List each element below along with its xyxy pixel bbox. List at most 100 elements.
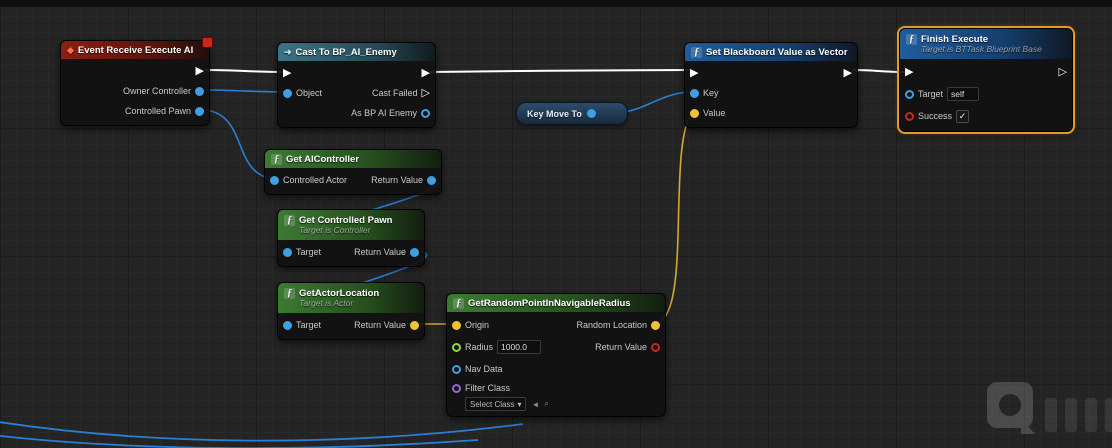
- wire-offscreen-bottom-2[interactable]: [0, 434, 479, 448]
- browse-icon[interactable]: ⌕: [544, 399, 548, 409]
- pin-label-target: Target: [296, 247, 322, 257]
- node-flag-badge: [202, 37, 213, 48]
- node-event-receive-execute-ai[interactable]: ◆ Event Receive Execute AI ▶ Owner Contr…: [60, 37, 213, 126]
- pin-label-owner-controller: Owner Controller: [122, 86, 191, 96]
- return-value-pin[interactable]: [651, 342, 660, 352]
- node-header[interactable]: ◆ Event Receive Execute AI: [61, 41, 209, 59]
- node-get-controlled-pawn[interactable]: ƒ Get Controlled Pawn Target is Controll…: [277, 209, 425, 267]
- dropdown-caret-icon: ▾: [517, 399, 522, 409]
- wire-exec-event-to-cast[interactable]: [204, 69, 287, 73]
- pin-label-controlled-pawn: Controlled Pawn: [124, 106, 191, 116]
- exec-in-pin[interactable]: ▶: [283, 67, 291, 79]
- function-icon: ƒ: [284, 215, 295, 226]
- filter-class-dropdown[interactable]: Select Class ▾: [465, 397, 527, 411]
- node-header[interactable]: ➜ Cast To BP_AI_Enemy: [278, 43, 435, 61]
- pin-label-value: Value: [703, 108, 726, 118]
- pin-label-nav-data: Nav Data: [465, 364, 503, 374]
- radius-pin[interactable]: [452, 342, 461, 352]
- pin-label-origin: Origin: [465, 320, 490, 330]
- return-value-pin[interactable]: [410, 247, 419, 257]
- owner-controller-pin[interactable]: [195, 86, 204, 96]
- success-checkbox[interactable]: ✓: [956, 109, 970, 123]
- variable-label: Key Move To: [527, 108, 582, 119]
- node-header[interactable]: ƒ Get Controlled Pawn Target is Controll…: [278, 210, 424, 240]
- node-subtitle: Target is Controller: [299, 225, 371, 235]
- return-value-pin[interactable]: [427, 175, 436, 185]
- success-pin[interactable]: [905, 111, 914, 121]
- exec-out-pin[interactable]: ▶: [422, 67, 430, 79]
- target-value-input[interactable]: [947, 87, 980, 101]
- pin-label-return-value: Return Value: [371, 175, 423, 185]
- node-title: Set Blackboard Value as Vector: [706, 46, 848, 58]
- key-pin[interactable]: [690, 88, 699, 98]
- pin-label-target: Target: [296, 320, 322, 330]
- wire-owner-controller-to-object[interactable]: [205, 89, 288, 93]
- node-cast-to-bp-ai-enemy[interactable]: ➜ Cast To BP_AI_Enemy ▶ ▶ Object Cast Fa…: [277, 42, 436, 128]
- node-header[interactable]: ƒ Set Blackboard Value as Vector: [685, 43, 857, 61]
- exec-out-pin[interactable]: ▷: [1059, 66, 1067, 78]
- as-bp-ai-enemy-pin[interactable]: [421, 108, 430, 118]
- node-title: GetRandomPointInNavigableRadius: [468, 297, 631, 309]
- pin-label-key: Key: [703, 88, 719, 98]
- node-get-aicontroller[interactable]: ƒ Get AIController Controlled Actor Retu…: [264, 149, 442, 195]
- node-key-move-to[interactable]: Key Move To: [516, 102, 628, 125]
- node-header[interactable]: ƒ Get AIController: [265, 150, 441, 168]
- blueprint-canvas[interactable]: ◆ Event Receive Execute AI ▶ Owner Contr…: [0, 0, 1112, 448]
- return-value-pin[interactable]: [410, 320, 419, 330]
- pin-label-as-bp-ai-enemy: As BP AI Enemy: [351, 108, 417, 118]
- target-pin[interactable]: [283, 320, 292, 330]
- exec-in-pin[interactable]: ▶: [905, 66, 913, 78]
- use-selected-icon[interactable]: ◄: [531, 400, 539, 409]
- node-subtitle: Target is Actor: [299, 298, 354, 308]
- exec-out-pin[interactable]: ▶: [196, 65, 204, 77]
- target-pin[interactable]: [283, 247, 292, 257]
- watermark-logo: [987, 382, 1112, 434]
- node-subtitle: Target is BTTask Blueprint Base: [921, 44, 1042, 54]
- event-icon: ◆: [67, 44, 74, 55]
- node-finish-execute[interactable]: ƒ Finish Execute Target is BTTask Bluepr…: [897, 26, 1075, 134]
- controlled-pawn-pin[interactable]: [195, 106, 204, 116]
- filter-class-pin[interactable]: [452, 383, 461, 393]
- node-header[interactable]: ƒ Finish Execute Target is BTTask Bluepr…: [900, 29, 1072, 59]
- function-icon: ƒ: [453, 297, 464, 309]
- pin-label-target: Target: [918, 89, 944, 99]
- function-icon: ƒ: [284, 288, 295, 299]
- node-title: Cast To BP_AI_Enemy: [295, 46, 397, 58]
- pin-label-object: Object: [296, 88, 323, 98]
- cast-icon: ➜: [284, 46, 292, 57]
- pin-label-success: Success: [918, 111, 953, 121]
- pin-label-filter-class: Filter Class: [465, 383, 511, 393]
- nav-data-pin[interactable]: [452, 364, 461, 374]
- cast-failed-exec-pin[interactable]: ▷: [422, 87, 430, 99]
- wire-exec-cast-to-setblackboard[interactable]: [429, 69, 693, 73]
- function-icon: ƒ: [271, 153, 282, 165]
- node-get-actor-location[interactable]: ƒ GetActorLocation Target is Actor Targe…: [277, 282, 425, 340]
- node-header[interactable]: ƒ GetActorLocation Target is Actor: [278, 283, 424, 313]
- key-move-to-out-pin[interactable]: [586, 109, 596, 118]
- pin-label-return-value: Return Value: [354, 320, 406, 330]
- pin-label-random-location: Random Location: [576, 320, 647, 330]
- origin-pin[interactable]: [452, 320, 461, 330]
- wire-offscreen-bottom-1[interactable]: [0, 421, 524, 442]
- pin-label-return-value: Return Value: [354, 247, 406, 257]
- node-header[interactable]: ƒ GetRandomPointInNavigableRadius: [447, 294, 665, 312]
- node-title: Event Receive Execute AI: [77, 44, 194, 56]
- pin-label-cast-failed: Cast Failed: [372, 88, 418, 98]
- value-pin[interactable]: [690, 108, 699, 118]
- filter-class-selected: Select Class: [470, 399, 515, 409]
- node-get-random-point-in-navigable-radius[interactable]: ƒ GetRandomPointInNavigableRadius Origin…: [446, 293, 666, 417]
- random-location-pin[interactable]: [651, 320, 660, 330]
- wire-controlled-pawn-to-controlled-actor[interactable]: [205, 109, 273, 180]
- controlled-actor-pin[interactable]: [270, 175, 279, 185]
- pin-label-return-value: Return Value: [595, 342, 647, 352]
- node-set-blackboard-value-as-vector[interactable]: ƒ Set Blackboard Value as Vector ▶ ▶ Key…: [684, 42, 858, 128]
- radius-value-input[interactable]: [497, 340, 542, 354]
- exec-out-pin[interactable]: ▶: [844, 67, 852, 79]
- pin-label-radius: Radius: [465, 342, 494, 352]
- function-icon: ƒ: [691, 46, 702, 58]
- pin-label-controlled-actor: Controlled Actor: [283, 175, 348, 185]
- exec-in-pin[interactable]: ▶: [690, 67, 698, 79]
- target-pin[interactable]: [905, 89, 914, 99]
- node-title: Get AIController: [286, 153, 360, 165]
- object-pin[interactable]: [283, 88, 292, 98]
